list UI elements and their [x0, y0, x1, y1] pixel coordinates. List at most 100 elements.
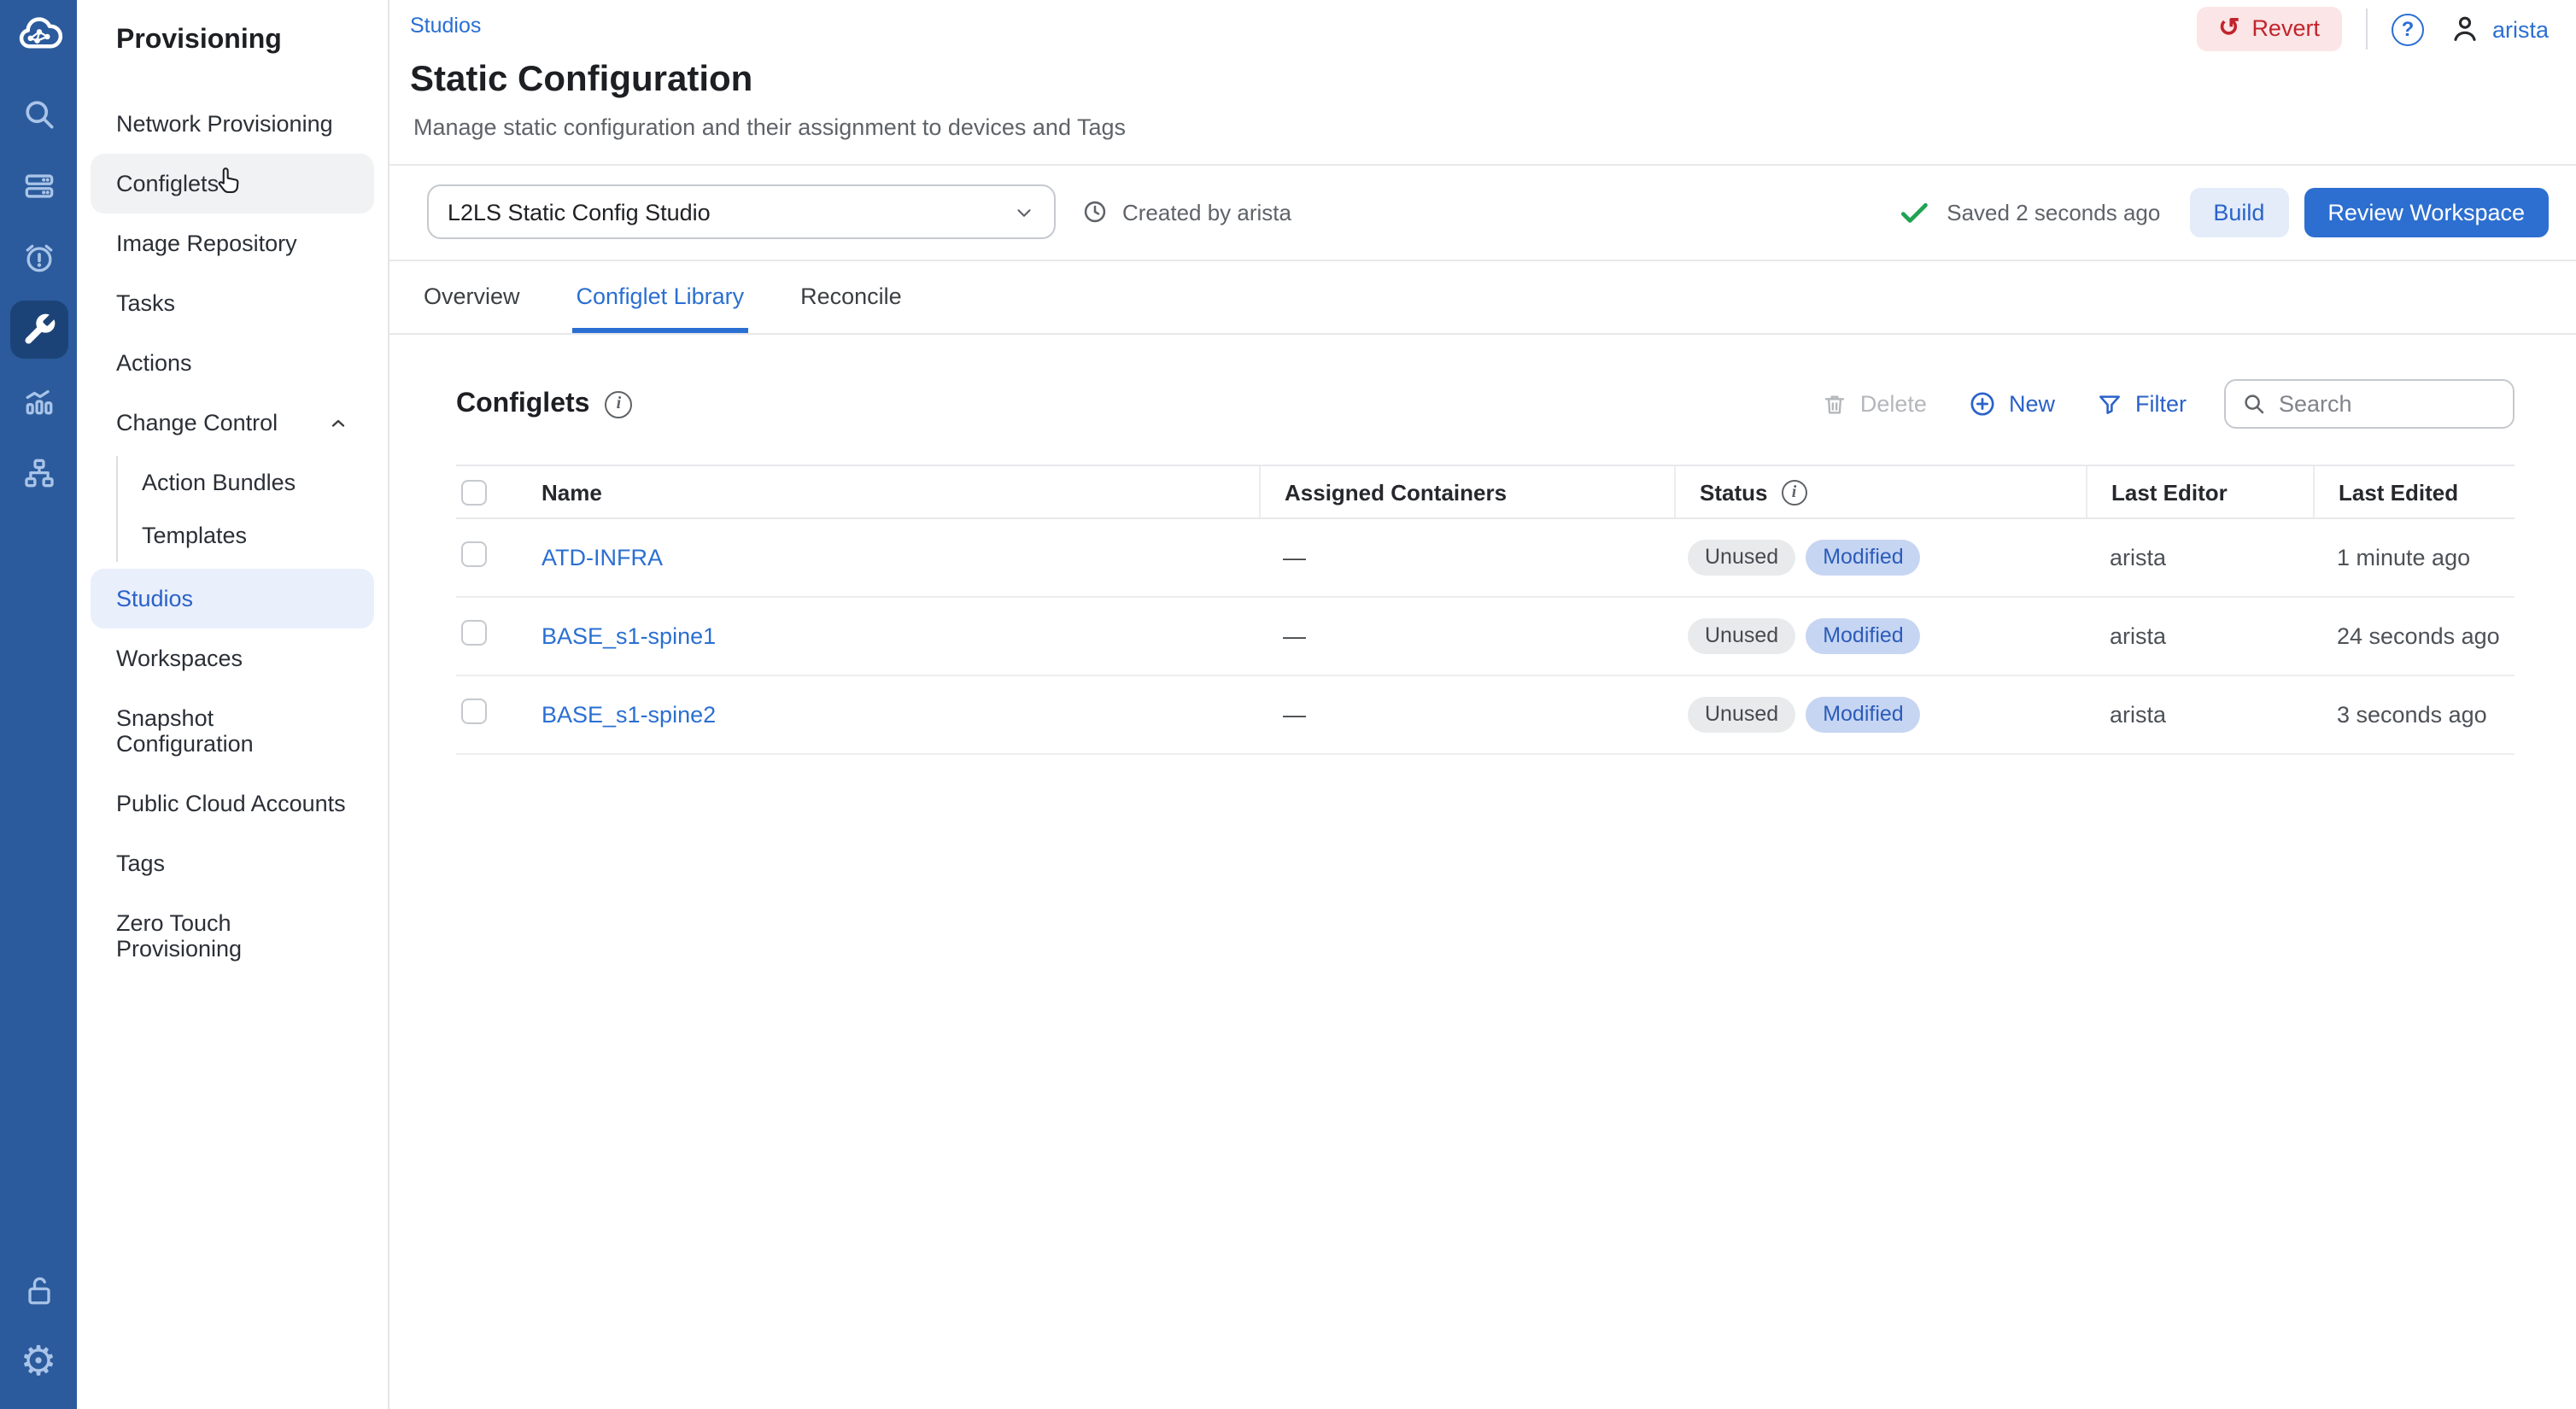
- header-divider: [2366, 9, 2368, 50]
- saved-check-icon: [1897, 196, 1929, 228]
- settings-gear-icon[interactable]: ⚙: [9, 1334, 67, 1392]
- sidebar-item-snapshot-configuration[interactable]: Snapshot Configuration: [91, 688, 374, 774]
- column-header-last-editor[interactable]: Last Editor: [2086, 466, 2313, 517]
- user-person-icon: [2448, 12, 2482, 46]
- sidebar-item-zero-touch-provisioning[interactable]: Zero Touch Provisioning: [91, 893, 374, 979]
- saved-status: Saved 2 seconds ago: [1947, 199, 2160, 225]
- configlets-toolbar: Delete New Filter: [1821, 379, 2515, 429]
- filter-funnel-icon: [2096, 390, 2123, 418]
- sidebar-item-public-cloud-accounts[interactable]: Public Cloud Accounts: [91, 774, 374, 833]
- breadcrumb-studios-link[interactable]: Studios: [410, 14, 481, 38]
- topology-icon[interactable]: [9, 444, 67, 502]
- configlets-info-icon[interactable]: i: [605, 390, 632, 418]
- provisioning-icon[interactable]: [9, 301, 67, 359]
- select-all-checkbox[interactable]: [461, 479, 487, 505]
- new-button[interactable]: New: [1968, 389, 2055, 418]
- last-editor-value: arista: [2086, 702, 2313, 728]
- sidebar-item-tasks[interactable]: Tasks: [91, 273, 374, 333]
- sidebar-item-templates[interactable]: Templates: [118, 509, 374, 562]
- last-edited-value: 24 seconds ago: [2313, 623, 2515, 649]
- unlock-icon[interactable]: [9, 1262, 67, 1320]
- page-title: Static Configuration: [410, 60, 2549, 101]
- app-icon-rail: ⚙: [0, 0, 77, 1409]
- assigned-containers-value: —: [1259, 702, 1674, 728]
- status-badge-unused: Unused: [1688, 697, 1795, 734]
- assigned-containers-value: —: [1259, 545, 1674, 570]
- sidebar-item-action-bundles[interactable]: Action Bundles: [118, 456, 374, 509]
- trash-icon: [1821, 390, 1848, 418]
- review-workspace-button[interactable]: Review Workspace: [2304, 187, 2549, 237]
- table-row: BASE_s1-spine2 — Unused Modified arista …: [456, 676, 2515, 755]
- row-checkbox[interactable]: [461, 541, 487, 566]
- column-header-last-edited[interactable]: Last Edited: [2313, 466, 2515, 517]
- sidebar-item-change-control[interactable]: Change Control: [91, 393, 374, 453]
- table-row: ATD-INFRA — Unused Modified arista 1 min…: [456, 519, 2515, 598]
- tab-overview[interactable]: Overview: [420, 261, 524, 333]
- plus-circle-icon: [1968, 389, 1997, 418]
- delete-button[interactable]: Delete: [1821, 390, 1927, 418]
- tab-reconcile[interactable]: Reconcile: [797, 261, 905, 333]
- revert-button[interactable]: ↺ Revert: [2196, 7, 2342, 51]
- sidebar-item-studios[interactable]: Studios: [91, 569, 374, 628]
- user-menu[interactable]: arista: [2448, 12, 2549, 46]
- created-by: Created by arista: [1081, 198, 1291, 225]
- provisioning-sidebar: Provisioning Network Provisioning Config…: [77, 0, 389, 1409]
- configlet-name-link[interactable]: BASE_s1-spine2: [518, 702, 1259, 728]
- dashboards-icon[interactable]: [9, 372, 67, 430]
- tab-configlet-library[interactable]: Configlet Library: [573, 261, 748, 333]
- column-header-name[interactable]: Name: [518, 466, 1259, 517]
- sidebar-item-tags[interactable]: Tags: [91, 833, 374, 893]
- row-checkbox[interactable]: [461, 698, 487, 723]
- last-editor-value: arista: [2086, 623, 2313, 649]
- chevron-down-icon: [1013, 201, 1035, 223]
- studio-select[interactable]: L2LS Static Config Studio: [427, 184, 1056, 239]
- last-editor-value: arista: [2086, 545, 2313, 570]
- mouse-cursor-hand-icon: [210, 162, 246, 198]
- studio-tabs: Overview Configlet Library Reconcile: [389, 261, 2576, 335]
- status-info-icon[interactable]: i: [1781, 479, 1806, 505]
- header-actions: ↺ Revert ? arista: [2196, 7, 2549, 51]
- devices-icon[interactable]: [9, 157, 67, 215]
- configlet-name-link[interactable]: BASE_s1-spine1: [518, 623, 1259, 649]
- studio-bar: L2LS Static Config Studio Created by ari…: [389, 166, 2576, 261]
- configlets-heading: Configlets: [456, 389, 589, 419]
- last-edited-value: 3 seconds ago: [2313, 702, 2515, 728]
- sidebar-nav: Network Provisioning Configlets Image Re…: [91, 94, 374, 979]
- status-badge-modified: Modified: [1806, 540, 1921, 576]
- sidebar-item-actions[interactable]: Actions: [91, 333, 374, 393]
- search-box: [2224, 379, 2515, 429]
- events-icon[interactable]: [9, 229, 67, 287]
- build-button[interactable]: Build: [2189, 187, 2288, 237]
- rail-bottom-group: ⚙: [9, 1248, 67, 1409]
- sidebar-item-configlets[interactable]: Configlets: [91, 154, 374, 213]
- studio-bar-actions: Saved 2 seconds ago Build Review Workspa…: [1897, 187, 2549, 237]
- configlets-table: Name Assigned Containers Status i Last E…: [456, 465, 2515, 755]
- status-badge-modified: Modified: [1806, 618, 1921, 655]
- revert-arrow-icon: ↺: [2218, 15, 2239, 41]
- clock-icon: [1081, 198, 1109, 225]
- configlets-header-row: Configlets i Delete New: [456, 379, 2515, 429]
- search-input[interactable]: [2279, 391, 2497, 417]
- status-badges: Unused Modified: [1674, 618, 2086, 655]
- column-header-status[interactable]: Status i: [1674, 466, 2086, 517]
- sidebar-item-workspaces[interactable]: Workspaces: [91, 628, 374, 688]
- change-control-subitems: Action Bundles Templates: [116, 456, 374, 562]
- page-header: Studios Static Configuration Manage stat…: [389, 0, 2576, 166]
- sidebar-item-network-provisioning[interactable]: Network Provisioning: [91, 94, 374, 154]
- last-edited-value: 1 minute ago: [2313, 545, 2515, 570]
- column-header-assigned-containers[interactable]: Assigned Containers: [1259, 466, 1674, 517]
- configlet-name-link[interactable]: ATD-INFRA: [518, 545, 1259, 570]
- status-badge-unused: Unused: [1688, 540, 1795, 576]
- status-badge-unused: Unused: [1688, 618, 1795, 655]
- help-icon[interactable]: ?: [2392, 13, 2424, 45]
- cloudvision-logo-icon[interactable]: [0, 0, 77, 72]
- user-name: arista: [2492, 16, 2549, 42]
- row-checkbox[interactable]: [461, 619, 487, 645]
- page-subtitle: Manage static configuration and their as…: [413, 114, 2549, 140]
- status-badges: Unused Modified: [1674, 697, 2086, 734]
- search-icon[interactable]: [9, 85, 67, 143]
- sidebar-item-image-repository[interactable]: Image Repository: [91, 213, 374, 273]
- filter-button[interactable]: Filter: [2096, 390, 2187, 418]
- status-badges: Unused Modified: [1674, 540, 2086, 576]
- configlet-library-panel: Configlets i Delete New: [389, 335, 2576, 755]
